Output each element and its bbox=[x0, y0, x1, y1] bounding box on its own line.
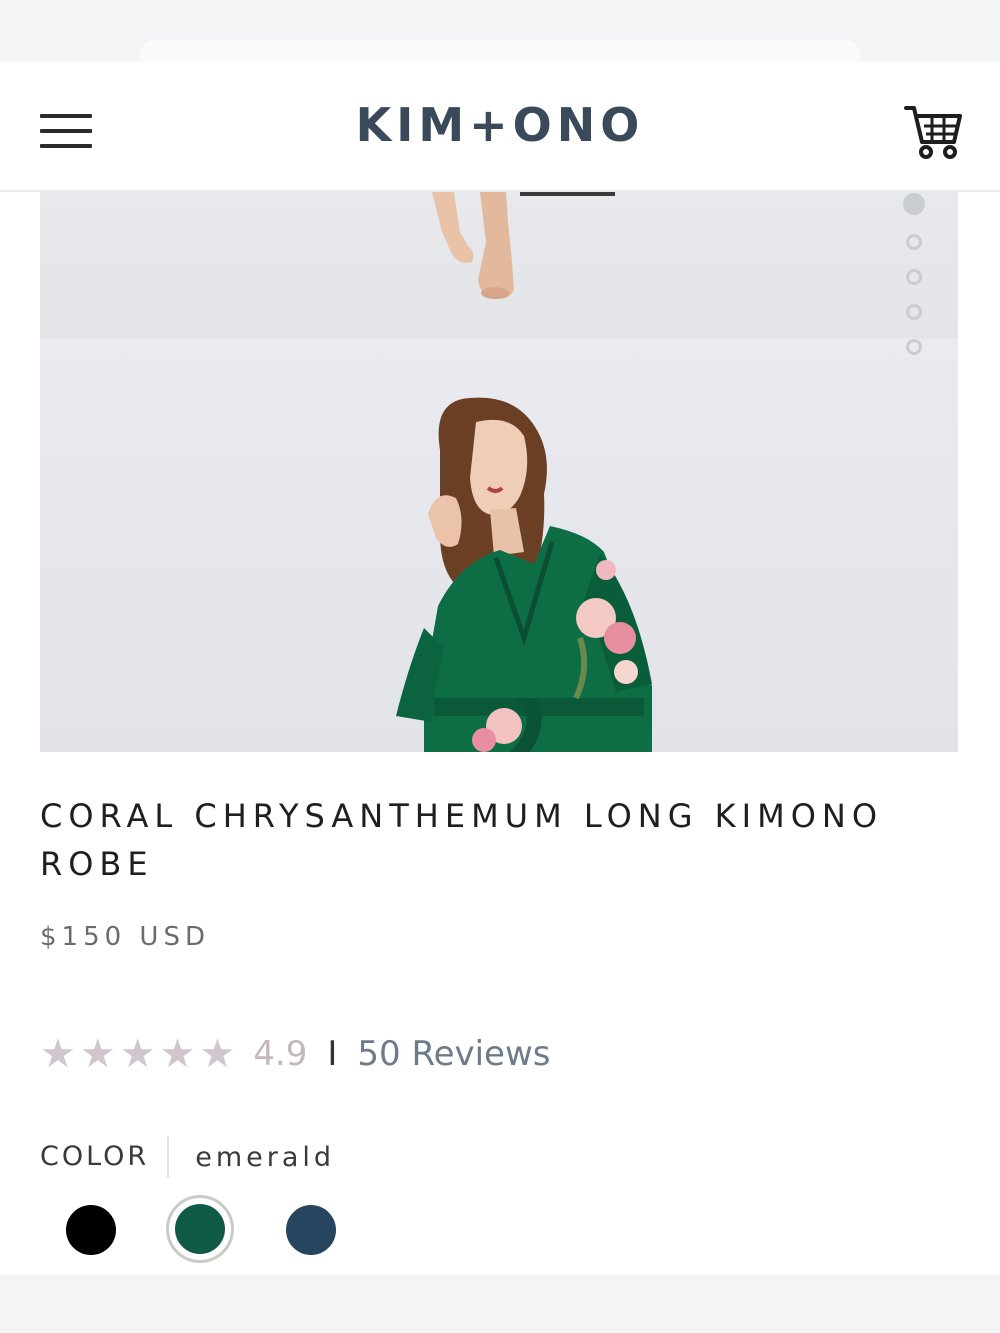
star-icon: ★ bbox=[199, 1031, 236, 1077]
product-image-gallery[interactable] bbox=[40, 192, 958, 752]
gallery-dot[interactable] bbox=[906, 234, 922, 250]
color-label: COLOR bbox=[40, 1136, 170, 1178]
rating-stars: ★ ★ ★ ★ ★ bbox=[40, 1034, 239, 1074]
browser-top-strip bbox=[0, 0, 1000, 70]
selected-color-name: emerald bbox=[195, 1141, 336, 1173]
color-swatch-navy[interactable] bbox=[286, 1205, 336, 1255]
site-header: KIM+ONO bbox=[0, 62, 1000, 192]
star-icon: ★ bbox=[40, 1031, 76, 1077]
gallery-dot[interactable] bbox=[906, 269, 922, 285]
gallery-dot[interactable] bbox=[906, 304, 922, 320]
star-icon: ★ bbox=[159, 1031, 196, 1077]
shopping-cart-icon[interactable] bbox=[902, 102, 964, 162]
gallery-dot[interactable] bbox=[903, 193, 925, 215]
product-rating: ★ ★ ★ ★ ★ 4.9 I 50 Reviews bbox=[40, 1032, 551, 1076]
product-title: CORAL CHRYSANTHEMUM LONG KIMONO ROBE bbox=[40, 797, 883, 883]
product-photo-model bbox=[40, 338, 958, 752]
color-swatch-emerald[interactable] bbox=[175, 1204, 225, 1254]
rating-value: 4.9 bbox=[253, 1034, 308, 1074]
site-logo[interactable]: KIM+ONO bbox=[0, 98, 1000, 152]
color-selector: COLOR emerald bbox=[40, 1136, 335, 1178]
product-photo-feet bbox=[40, 192, 958, 338]
star-icon: ★ bbox=[119, 1031, 156, 1077]
product-price: $150 USD bbox=[40, 922, 210, 952]
gallery-pagination bbox=[903, 193, 934, 374]
bottom-strip bbox=[0, 1275, 1000, 1333]
reviews-link[interactable]: 50 Reviews bbox=[357, 1034, 550, 1074]
star-icon: ★ bbox=[79, 1031, 116, 1077]
color-swatch-black[interactable] bbox=[66, 1205, 116, 1255]
gallery-dot[interactable] bbox=[906, 339, 922, 355]
rating-separator: I bbox=[327, 1034, 338, 1074]
